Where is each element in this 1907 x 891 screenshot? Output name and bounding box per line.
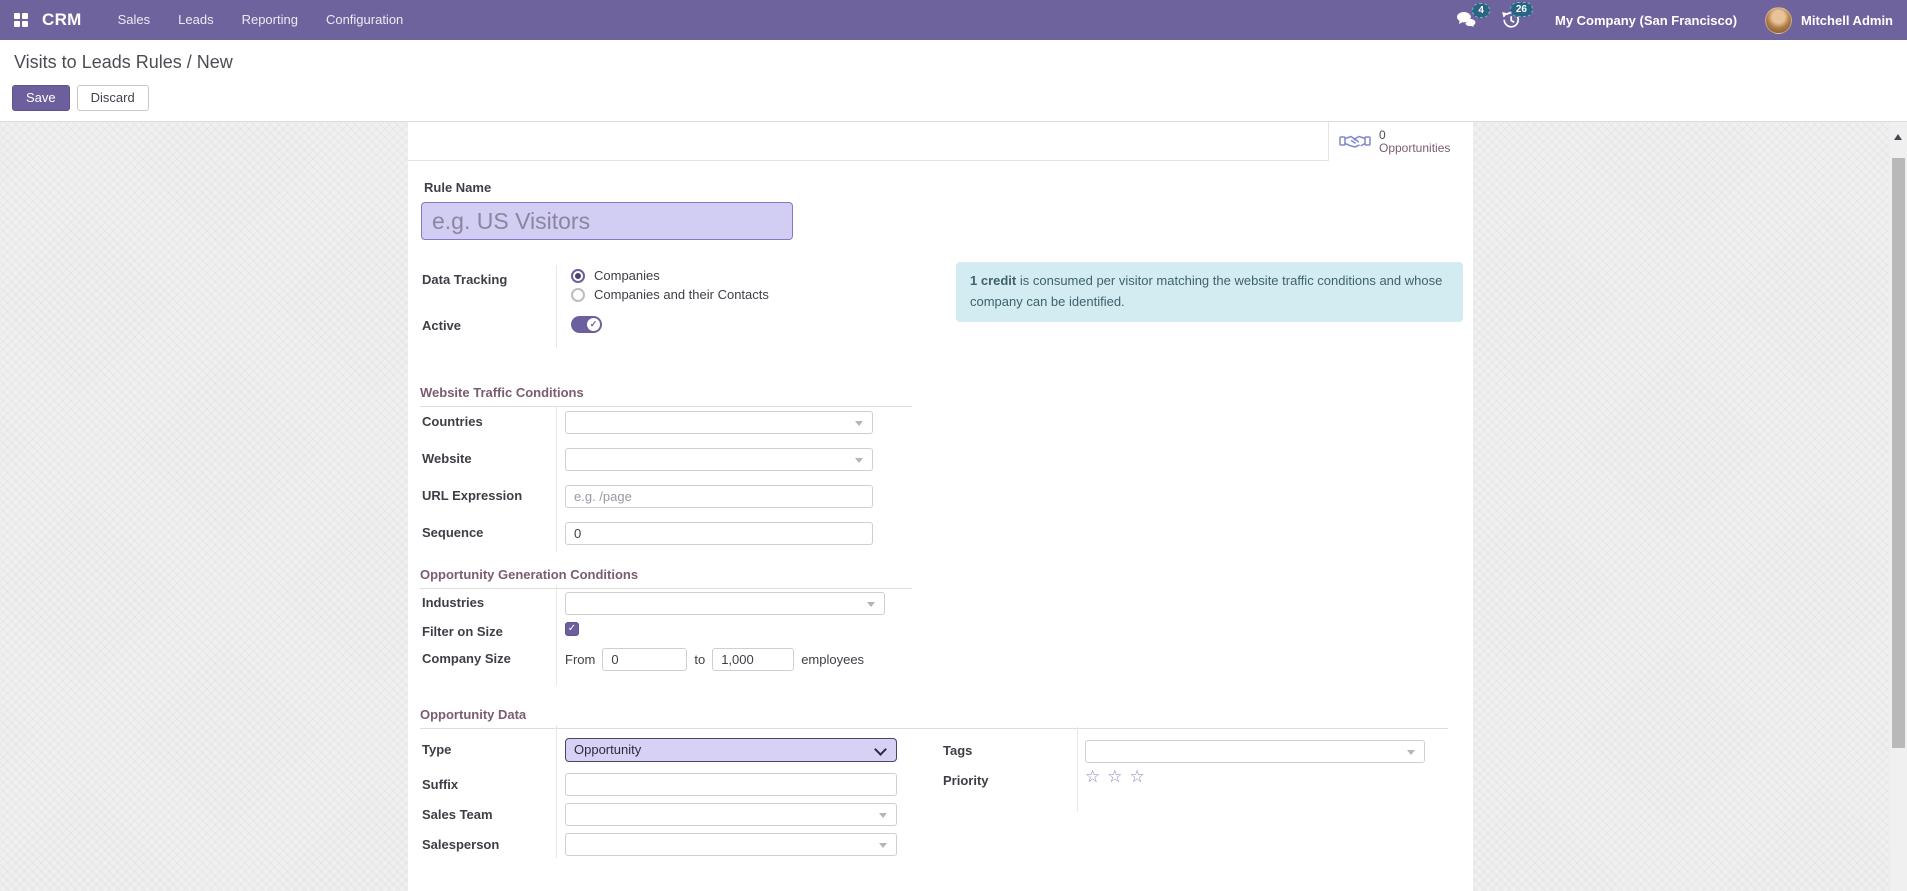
type-selected-value: Opportunity — [574, 742, 642, 757]
credit-info-alert: 1 credit is consumed per visitor matchin… — [956, 262, 1463, 322]
menu-sales[interactable]: Sales — [108, 0, 161, 40]
priority-stars: ☆ ☆ ☆ — [1085, 768, 1145, 785]
type-label: Type — [422, 742, 452, 757]
industries-dropdown[interactable] — [565, 592, 885, 615]
tags-label: Tags — [943, 743, 973, 758]
group-divider — [1077, 727, 1078, 812]
radio-companies-contacts[interactable]: Companies and their Contacts — [571, 287, 769, 302]
messages-badge: 4 — [1472, 3, 1490, 18]
save-button[interactable]: Save — [12, 85, 70, 111]
salesperson-label: Salesperson — [422, 837, 500, 852]
alert-text: is consumed per visitor matching the web… — [970, 273, 1443, 309]
active-toggle[interactable] — [571, 316, 602, 333]
scrollbar-thumb[interactable] — [1892, 158, 1905, 748]
user-avatar[interactable] — [1765, 6, 1793, 34]
form-actions: Save Discard — [12, 85, 149, 111]
rule-name-label: Rule Name — [424, 180, 492, 195]
statusbar-divider — [408, 160, 1328, 161]
size-from-input[interactable] — [602, 648, 688, 671]
sequence-input[interactable] — [565, 522, 873, 545]
active-label: Active — [422, 318, 462, 333]
breadcrumb-separator: / — [181, 52, 197, 72]
tags-dropdown[interactable] — [1085, 740, 1425, 763]
handshake-icon — [1339, 135, 1371, 148]
user-menu[interactable]: Mitchell Admin — [1801, 13, 1893, 28]
star-icon[interactable]: ☆ — [1130, 768, 1145, 785]
priority-label: Priority — [943, 773, 989, 788]
size-to-input[interactable] — [712, 648, 795, 671]
breadcrumb-parent[interactable]: Visits to Leads Rules — [14, 52, 182, 72]
app-brand[interactable]: CRM — [42, 10, 82, 30]
url-expression-input[interactable] — [565, 485, 873, 508]
alert-emphasis: 1 credit — [970, 273, 1017, 288]
opportunities-stat-button[interactable]: 0 Opportunities — [1328, 122, 1473, 161]
crm-rule-form-screen: CRM Sales Leads Reporting Configuration … — [0, 0, 1907, 891]
countries-label: Countries — [422, 414, 483, 429]
activities-button[interactable]: 26 — [1500, 2, 1533, 30]
radio-companies-label: Companies — [594, 268, 660, 283]
vertical-scrollbar[interactable] — [1890, 122, 1907, 891]
group-divider — [556, 406, 557, 552]
content-area: 0 Opportunities Rule Name Data Tracking … — [0, 122, 1907, 891]
employees-unit-label: employees — [801, 652, 865, 667]
sales-team-label: Sales Team — [422, 807, 493, 822]
menu-leads[interactable]: Leads — [168, 0, 223, 40]
star-icon[interactable]: ☆ — [1107, 768, 1122, 785]
suffix-label: Suffix — [422, 777, 459, 792]
section-title: Website Traffic Conditions — [420, 385, 584, 400]
radio-companies-contacts-label: Companies and their Contacts — [594, 287, 769, 302]
company-switcher[interactable]: My Company (San Francisco) — [1555, 13, 1737, 28]
to-label: to — [694, 652, 706, 667]
form-statusbar: 0 Opportunities — [408, 122, 1473, 161]
data-tracking-label: Data Tracking — [422, 272, 508, 287]
form-sheet: 0 Opportunities Rule Name Data Tracking … — [408, 122, 1473, 891]
sales-team-dropdown[interactable] — [565, 803, 897, 826]
opportunities-label: Opportunities — [1379, 140, 1451, 155]
section-title: Opportunity Generation Conditions — [420, 567, 639, 582]
countries-dropdown[interactable] — [565, 411, 873, 434]
menu-reporting[interactable]: Reporting — [232, 0, 308, 40]
radio-unselected-icon — [571, 287, 585, 302]
apps-menu-icon[interactable] — [14, 13, 28, 27]
filter-on-size-checkbox[interactable] — [565, 622, 579, 636]
group-divider — [556, 265, 557, 348]
main-menu: Sales Leads Reporting Configuration — [108, 0, 422, 40]
from-label: From — [565, 652, 596, 667]
scroll-up-arrow-icon[interactable] — [1894, 134, 1902, 140]
discard-button[interactable]: Discard — [76, 85, 149, 111]
suffix-input[interactable] — [565, 773, 897, 796]
rule-name-input[interactable] — [421, 202, 793, 240]
star-icon[interactable]: ☆ — [1085, 768, 1100, 785]
section-generation-conditions: Opportunity Generation Conditions — [420, 566, 912, 589]
url-expression-label: URL Expression — [422, 488, 523, 503]
filter-on-size-label: Filter on Size — [422, 624, 503, 639]
group-divider — [556, 725, 557, 858]
type-select[interactable]: Opportunity — [565, 738, 897, 762]
industries-label: Industries — [422, 595, 485, 610]
navbar-right: 4 26 My Company (San Francisco) Mitchell… — [1456, 2, 1893, 34]
website-label: Website — [422, 451, 472, 466]
radio-companies[interactable]: Companies — [571, 268, 660, 283]
breadcrumb-current: New — [196, 52, 233, 72]
company-size-row: From to employees — [565, 648, 864, 671]
section-title: Opportunity Data — [420, 707, 527, 722]
breadcrumb: Visits to Leads Rules / New — [14, 52, 233, 73]
website-dropdown[interactable] — [565, 448, 873, 471]
salesperson-dropdown[interactable] — [565, 833, 897, 856]
control-panel: Visits to Leads Rules / New Save Discard — [0, 40, 1907, 122]
sequence-label: Sequence — [422, 525, 484, 540]
section-website-traffic: Website Traffic Conditions — [420, 384, 912, 407]
company-size-label: Company Size — [422, 651, 511, 666]
group-divider — [556, 585, 557, 685]
section-opportunity-data: Opportunity Data — [420, 706, 1448, 729]
messages-button[interactable]: 4 — [1456, 3, 1490, 29]
top-navbar: CRM Sales Leads Reporting Configuration … — [0, 0, 1907, 40]
radio-selected-icon — [571, 268, 585, 283]
activities-badge: 26 — [1509, 2, 1533, 17]
menu-configuration[interactable]: Configuration — [316, 0, 413, 40]
opportunities-count: 0 — [1379, 127, 1386, 142]
